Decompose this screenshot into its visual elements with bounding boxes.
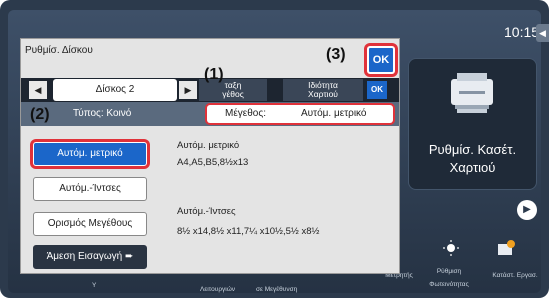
inch-sizes: 8½ x14,8½ x11,7¼ x10½,5½ x8½ (177, 226, 320, 237)
side-tab[interactable]: ◀ (536, 24, 549, 42)
touch-panel-screenshot: 10:15 ◀ Ρυθμίσ. Κασέτ. Χαρτιού ▶ Μετρητή… (0, 0, 549, 298)
arrow-right-icon: ➨ (125, 251, 134, 262)
brightness-icon[interactable] (443, 240, 459, 256)
tab-size-line2: γέθος (222, 89, 244, 99)
metric-title: Αυτόμ. μετρικό (177, 140, 240, 151)
next-tray-button[interactable]: ▶ (179, 81, 197, 99)
job-status-icon[interactable] (497, 240, 515, 256)
bottom-shortcuts: Μετρητής Ρύθμιση Φωτεινότητας Κατάστ. Εργ… (385, 240, 545, 290)
tile-label-line2: Χαρτιού (449, 160, 496, 175)
option-auto-inch[interactable]: Αυτόμ.-Ίντσες (33, 177, 147, 201)
bottom-text-left: Λειτουργιών (200, 286, 236, 293)
callout-1: (1) (204, 66, 224, 83)
paper-type-label: Τύπος: Κοινό (73, 108, 132, 119)
next-page-button[interactable]: ▶ (517, 200, 537, 220)
brightness-label: Ρύθμιση Φωτεινότητας (429, 268, 469, 289)
size-field[interactable]: Μέγεθος: Αυτόμ. μετρικό (207, 105, 393, 123)
tile-label-line1: Ρυθμίσ. Κασέτ. (428, 142, 517, 157)
inch-title: Αυτόμ.-Ίντσες (177, 206, 236, 217)
brightness-label-line2: Φωτεινότητας (429, 281, 469, 288)
tray-info-bar: Τύπος: Κοινό Μέγεθος: Αυτόμ. μετρικό (21, 102, 399, 126)
clock: 10:15 (504, 24, 540, 40)
dialog-title: Ρυθμίσ. Δίσκου (25, 45, 93, 56)
tray-settings-label: Ρυθμίσ. Κασέτ. Χαρτιού (409, 141, 536, 177)
tab-prop-line2: Χαρτιού (308, 89, 338, 99)
size-field-key: Μέγεθος: (225, 108, 266, 119)
option-direct-entry[interactable]: Άμεση Εισαγωγή ➨ (33, 245, 147, 269)
printer-icon (451, 73, 493, 113)
tray-selector-tab[interactable]: Δίσκος 2 (53, 79, 177, 101)
option-direct-entry-label: Άμεση Εισαγωγή (46, 251, 123, 262)
callout-3: (3) (326, 46, 346, 63)
tab-paper-property[interactable]: Ιδιότητα Χαρτιού (283, 79, 363, 101)
metric-sizes: A4,A5,B5,8½x13 (177, 157, 249, 168)
option-set-size[interactable]: Ορισμός Μεγέθους (33, 212, 147, 236)
brightness-label-line1: Ρύθμιση (436, 268, 462, 275)
job-status-label: Κατάστ. Εργασ. (492, 272, 538, 279)
prev-tray-button[interactable]: ◀ (29, 81, 47, 99)
small-ok-button[interactable]: OK (367, 81, 387, 99)
callout-2: (2) (30, 106, 50, 123)
ok-button[interactable]: OK (367, 46, 395, 74)
bottom-text-mid: σε Μεγέθυνση (256, 286, 298, 293)
size-field-value: Αυτόμ. μετρικό (301, 108, 367, 119)
option-auto-metric[interactable]: Αυτόμ. μετρικό (33, 142, 147, 166)
bottom-text-y: Y (92, 282, 97, 289)
tray-settings-tile[interactable]: Ρυθμίσ. Κασέτ. Χαρτιού (408, 58, 537, 190)
